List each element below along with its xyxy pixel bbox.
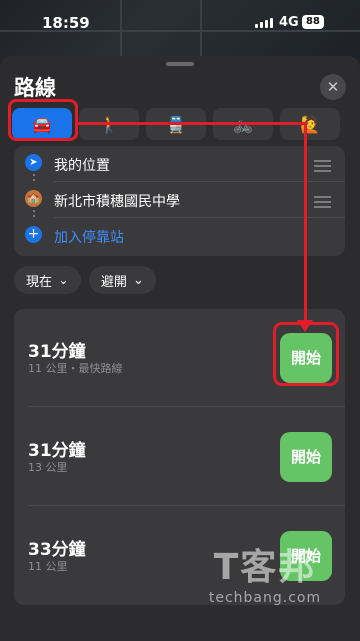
route-detail: 11 公里・最快路線 [28, 362, 123, 375]
chevron-down-icon: ⌄ [58, 272, 69, 288]
network-label: 4G [279, 15, 299, 30]
depart-time-button[interactable]: 現在 ⌄ [14, 266, 81, 294]
watermark-title: T客邦 [213, 547, 317, 588]
plus-icon: + [25, 226, 42, 243]
page-title: 路線 [14, 76, 56, 100]
annotation-arrow [304, 122, 307, 324]
route-stops: ➤ 我的位置 🏫 新北市積穗國民中學 + 加入停靠站 [14, 146, 345, 256]
divider [28, 406, 345, 407]
close-button[interactable]: ✕ [320, 74, 346, 100]
watermark-url: techbang.com [208, 590, 322, 606]
route-options: 現在 ⌄ 避開 ⌄ [14, 266, 156, 294]
route-detail: 11 公里 [28, 560, 68, 573]
route-option[interactable]: 31分鐘 13 公里 開始 [14, 408, 345, 506]
stop-label: 我的位置 [54, 158, 110, 174]
watermark-logo: T客邦 techbang.com [180, 538, 350, 606]
route-detail: 13 公里 [28, 461, 68, 474]
status-time: 18:59 [42, 14, 90, 32]
chevron-down-icon: ⌄ [132, 272, 144, 288]
start-button[interactable]: 開始 [280, 432, 332, 482]
location-arrow-icon: ➤ [25, 154, 42, 171]
annotation-highlight-drive [8, 99, 78, 141]
stop-origin[interactable]: ➤ 我的位置 [14, 146, 345, 182]
stop-destination[interactable]: 🏫 新北市積穗國民中學 [14, 182, 345, 218]
divider [28, 505, 345, 506]
depart-time-label: 現在 [26, 274, 53, 290]
signal-icon [255, 18, 273, 28]
status-bar: 18:59 4G 88 [0, 0, 360, 46]
school-icon: 🏫 [25, 190, 42, 207]
annotation-arrow [78, 122, 307, 125]
route-duration: 31分鐘 [28, 342, 86, 362]
stop-label: 新北市積穗國民中學 [54, 194, 180, 210]
add-stop-button[interactable]: + 加入停靠站 [14, 218, 345, 254]
drag-handle-icon[interactable] [314, 160, 331, 175]
sheet-grabber[interactable] [166, 62, 194, 66]
annotation-arrowhead [297, 320, 313, 332]
route-duration: 31分鐘 [28, 441, 86, 461]
battery-icon: 88 [302, 15, 324, 29]
close-icon: ✕ [326, 78, 340, 96]
avoid-label: 避開 [100, 274, 127, 290]
drag-handle-icon[interactable] [314, 196, 331, 211]
route-duration: 33分鐘 [28, 540, 86, 560]
avoid-button[interactable]: 避開 ⌄ [88, 266, 156, 294]
add-stop-label: 加入停靠站 [54, 230, 124, 246]
